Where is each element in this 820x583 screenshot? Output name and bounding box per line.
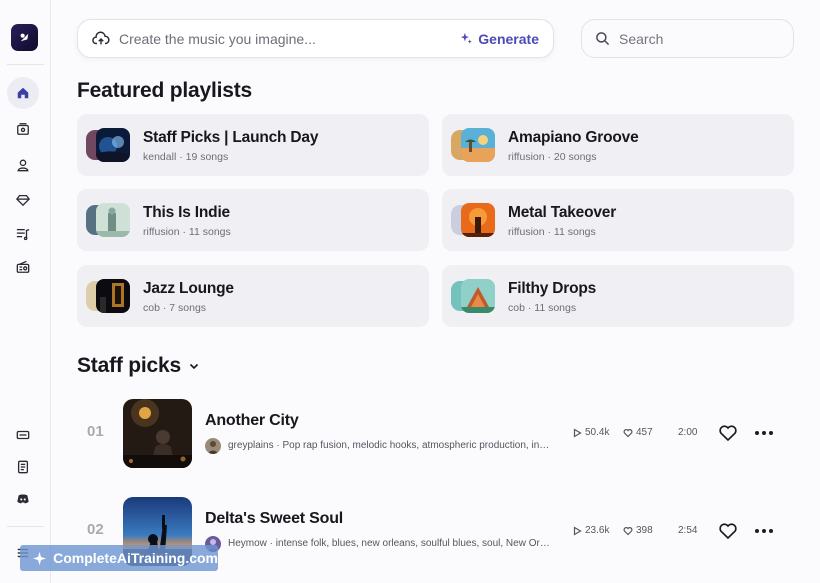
- riffusion-logo-icon[interactable]: [11, 24, 38, 51]
- track-cover[interactable]: [123, 399, 192, 468]
- cloud-upload-icon[interactable]: [92, 30, 110, 48]
- sparkle-logo-icon: [32, 551, 47, 565]
- heart-icon[interactable]: [718, 521, 738, 541]
- more-options-button[interactable]: [755, 524, 773, 538]
- prompt-bar[interactable]: Create the music you imagine... Generate: [77, 19, 554, 58]
- playlist-title: Metal Takeover: [508, 204, 617, 221]
- play-count-value: 50.4k: [585, 427, 610, 438]
- playlist-title: Staff Picks | Launch Day: [143, 129, 319, 146]
- track-title[interactable]: Another City: [205, 412, 299, 430]
- sidebar-divider: [7, 526, 44, 527]
- profile-icon: [17, 159, 29, 172]
- more-options-button[interactable]: [755, 426, 773, 440]
- sidebar-item-docs[interactable]: [7, 451, 39, 483]
- playlist-art: [461, 128, 495, 162]
- sidebar-item-library[interactable]: [7, 113, 39, 145]
- playlist-card[interactable]: Staff Picks | Launch Day kendall · 19 so…: [77, 114, 429, 176]
- playlist-art: [461, 203, 495, 237]
- avatar[interactable]: [205, 438, 221, 454]
- like-count-value: 398: [636, 525, 653, 536]
- library-icon: [17, 123, 29, 135]
- playlist-card[interactable]: Filthy Drops cob · 11 songs: [442, 265, 794, 327]
- playlist-meta: cob · 7 songs: [143, 302, 207, 314]
- like-count: 398: [623, 525, 653, 536]
- playlist-meta: riffusion · 20 songs: [508, 151, 597, 163]
- playlist-art: [461, 279, 495, 313]
- track-duration: 2:54: [678, 525, 698, 536]
- sidebar-item-tickets[interactable]: [7, 419, 39, 451]
- app-root: Create the music you imagine... Generate…: [0, 0, 820, 583]
- ticket-icon: [16, 430, 30, 440]
- staff-picks-dropdown[interactable]: Staff picks: [77, 354, 200, 378]
- search-input[interactable]: Search: [619, 31, 663, 47]
- chevron-down-icon: [189, 364, 199, 370]
- generate-button[interactable]: Generate: [460, 31, 539, 47]
- staff-picks-heading: Staff picks: [77, 354, 181, 377]
- track-number: 02: [87, 521, 104, 538]
- playlist-art: [96, 279, 130, 313]
- playlist-card[interactable]: This Is Indie riffusion · 11 songs: [77, 189, 429, 251]
- sidebar: [0, 0, 51, 583]
- watermark-text: CompleteAiTraining.com: [53, 550, 218, 566]
- playlist-icon: [16, 228, 30, 241]
- play-count: 50.4k: [572, 427, 609, 438]
- search-icon: [596, 32, 610, 46]
- play-icon: [573, 427, 582, 438]
- playlist-art: [96, 203, 130, 237]
- prompt-input[interactable]: Create the music you imagine...: [119, 31, 460, 47]
- sidebar-divider: [7, 64, 44, 65]
- sidebar-item-playlists[interactable]: [7, 218, 39, 250]
- search-box[interactable]: Search: [581, 19, 794, 58]
- playlist-title: This Is Indie: [143, 204, 230, 221]
- playlist-meta: riffusion · 11 songs: [143, 226, 231, 238]
- playlist-meta: cob · 11 songs: [508, 302, 577, 314]
- track-row[interactable]: 01 Another City greyplains · Pop rap fus…: [77, 399, 794, 469]
- heart-small-icon: [623, 526, 633, 535]
- track-title[interactable]: Delta's Sweet Soul: [205, 510, 343, 528]
- playlist-art: [96, 128, 130, 162]
- featured-playlists-heading: Featured playlists: [77, 79, 252, 102]
- sidebar-item-profile[interactable]: [7, 149, 39, 181]
- play-count-value: 23.6k: [585, 525, 610, 536]
- track-duration: 2:00: [678, 427, 698, 438]
- generate-label: Generate: [478, 30, 539, 47]
- gem-icon: [16, 194, 30, 207]
- heart-small-icon: [623, 428, 633, 437]
- playlist-card[interactable]: Jazz Lounge cob · 7 songs: [77, 265, 429, 327]
- sidebar-item-home[interactable]: [7, 77, 39, 109]
- radio-icon: [16, 260, 30, 273]
- watermark-banner: CompleteAiTraining.com: [20, 545, 218, 571]
- playlist-meta: kendall · 19 songs: [143, 151, 229, 163]
- like-count: 457: [623, 427, 653, 438]
- discord-icon: [17, 494, 29, 504]
- home-icon: [17, 87, 29, 99]
- playlist-title: Filthy Drops: [508, 280, 597, 297]
- playlist-title: Amapiano Groove: [508, 129, 639, 146]
- sidebar-item-radio[interactable]: [7, 251, 39, 283]
- playlist-title: Jazz Lounge: [143, 280, 234, 297]
- track-meta: greyplains · Pop rap fusion, melodic hoo…: [228, 440, 552, 451]
- play-icon: [573, 525, 582, 536]
- like-count-value: 457: [636, 427, 653, 438]
- sidebar-item-gem[interactable]: [7, 184, 39, 216]
- document-icon: [17, 460, 29, 474]
- play-count: 23.6k: [572, 525, 609, 536]
- heart-icon[interactable]: [718, 423, 738, 443]
- playlist-meta: riffusion · 11 songs: [508, 226, 596, 238]
- playlist-card[interactable]: Amapiano Groove riffusion · 20 songs: [442, 114, 794, 176]
- playlist-card[interactable]: Metal Takeover riffusion · 11 songs: [442, 189, 794, 251]
- sidebar-item-discord[interactable]: [7, 483, 39, 515]
- track-meta: Heymow · intense folk, blues, new orlean…: [228, 538, 552, 549]
- sparkle-icon: [461, 32, 473, 44]
- track-number: 01: [87, 423, 104, 440]
